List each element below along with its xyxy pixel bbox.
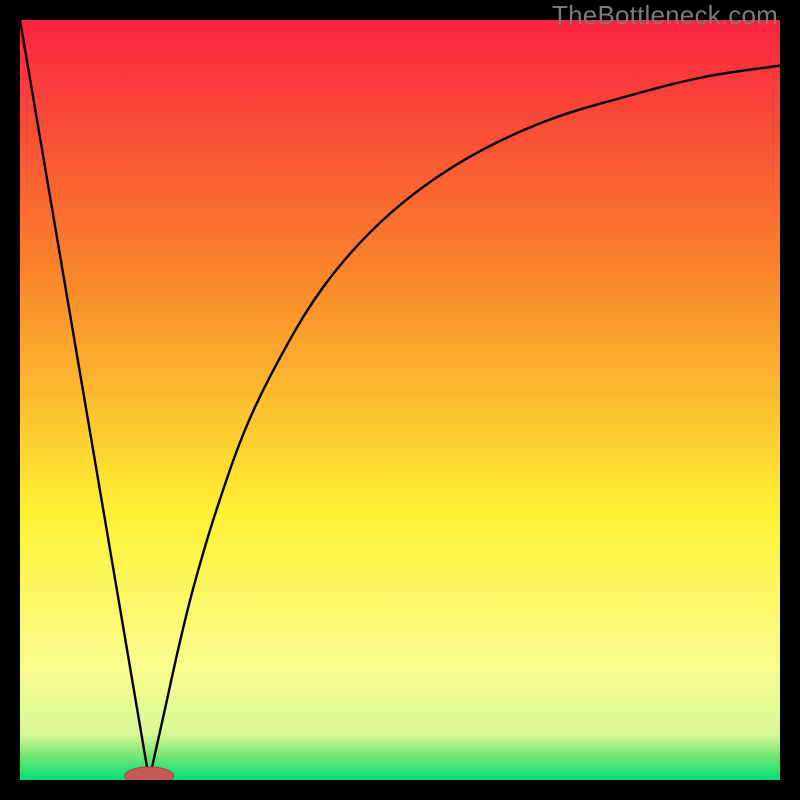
chart-frame <box>20 20 780 780</box>
bottleneck-chart <box>20 20 780 780</box>
watermark-text: TheBottleneck.com <box>552 0 778 31</box>
plot-background <box>20 20 780 780</box>
